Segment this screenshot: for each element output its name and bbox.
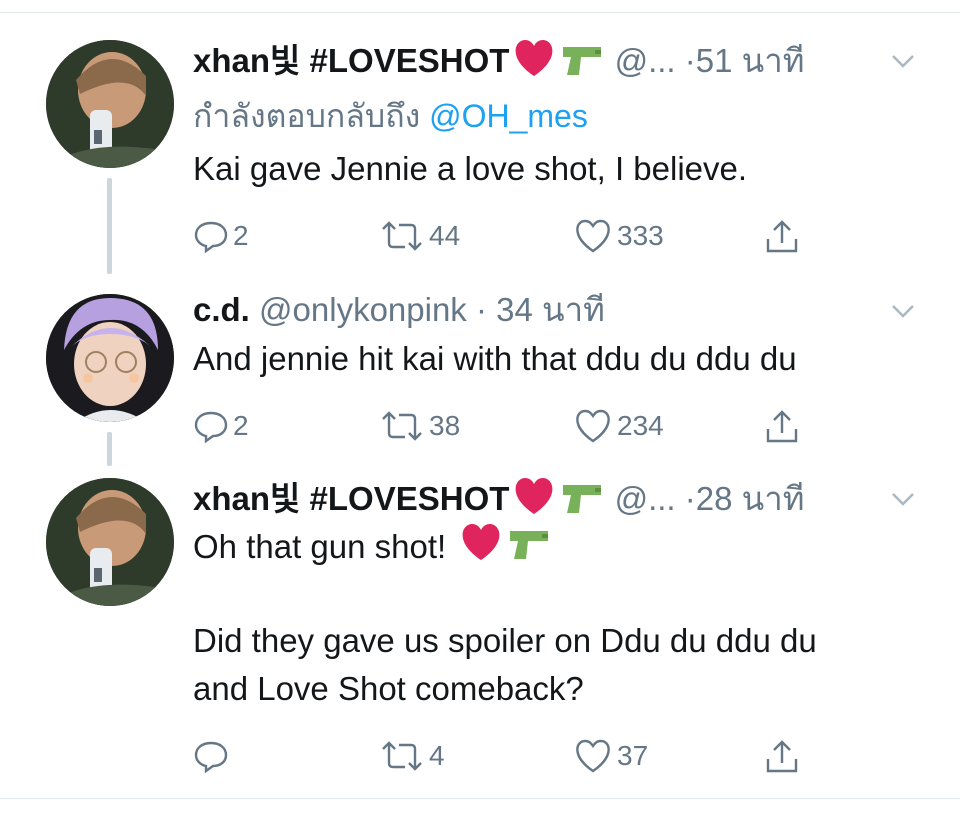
retweet-icon [382,221,422,251]
water-gun-emoji-icon [559,479,605,524]
separator-dot: · [475,291,487,328]
like-count: 37 [617,740,649,771]
heart-emoji-icon [513,40,555,87]
heart-emoji-icon [460,524,502,574]
tweet-header: xhan빛 #LOVESHOT @... ·51 นาที [193,40,805,87]
thread-line [107,432,112,466]
like-icon [576,739,610,773]
share-icon [766,740,798,773]
tweet-actions: 4 37 [193,736,813,776]
heart-emoji-icon [513,478,555,525]
tweet-text-content: Oh that gun shot! [193,528,447,565]
retweet-button[interactable]: 44 [379,216,460,256]
like-button[interactable]: 37 [573,736,648,776]
like-button[interactable]: 333 [573,216,664,256]
tweet-actions: 2 44 333 [193,216,813,256]
reply-button[interactable]: 2 [193,406,249,446]
display-name[interactable]: c.d. [193,291,250,328]
share-button[interactable] [763,736,805,776]
tweet-header: xhan빛 #LOVESHOT @... ·28 นาที [193,478,805,525]
retweet-icon [382,411,422,441]
timestamp[interactable]: 51 นาที [696,42,805,79]
display-name[interactable]: xhan빛 #LOVESHOT [193,480,509,517]
avatar[interactable] [46,478,174,606]
reply-button[interactable]: 2 [193,216,249,256]
timestamp[interactable]: 28 นาที [696,480,805,517]
water-gun-emoji-icon [506,525,552,573]
reply-icon [194,411,228,444]
tweet-text-line-3: and Love Shot comeback? [193,670,584,707]
like-icon [576,219,610,253]
user-handle[interactable]: @onlykonpink [259,291,467,328]
avatar[interactable] [46,294,174,422]
retweet-count: 44 [429,220,461,251]
mention-link[interactable]: @OH_mes [429,98,588,134]
avatar[interactable] [46,40,174,168]
share-icon [766,410,798,443]
tweet-text: Kai gave Jennie a love shot, I believe. [193,150,748,187]
tweet-header: c.d. @onlykonpink · 34 นาที [193,290,605,330]
thread-line [107,178,112,274]
chevron-down-icon[interactable] [888,484,918,514]
separator-dot: · [684,42,696,80]
like-icon [576,409,610,443]
tweet-text-line-2: Did they gave us spoiler on Ddu du ddu d… [193,622,817,659]
reply-icon [194,221,228,254]
top-divider [0,12,960,13]
like-count: 234 [617,410,664,441]
bottom-divider [0,798,960,799]
retweet-button[interactable]: 4 [379,736,445,776]
like-count: 333 [617,220,664,251]
chevron-down-icon[interactable] [888,46,918,76]
timestamp[interactable]: 34 นาที [496,291,605,328]
water-gun-emoji-icon [559,41,605,86]
reply-count: 2 [233,220,249,251]
like-button[interactable]: 234 [573,406,664,446]
separator-dot: · [684,480,696,518]
reply-context: กำลังตอบกลับถึง @OH_mes [193,96,588,136]
user-handle[interactable]: @... [615,480,676,517]
user-handle[interactable]: @... [615,42,676,79]
reply-icon [194,741,228,774]
reply-prefix: กำลังตอบกลับถึง [193,98,421,134]
tweet-text-line-1: Oh that gun shot! [193,524,552,574]
tweet-actions: 2 38 234 [193,406,813,446]
display-name[interactable]: xhan빛 #LOVESHOT [193,42,509,79]
reply-count: 2 [233,410,249,441]
retweet-icon [382,741,422,771]
share-icon [766,220,798,253]
share-button[interactable] [763,406,805,446]
retweet-count: 38 [429,410,461,441]
chevron-down-icon[interactable] [888,296,918,326]
retweet-count: 4 [429,740,445,771]
tweet-text: And jennie hit kai with that ddu du ddu … [193,340,797,377]
retweet-button[interactable]: 38 [379,406,460,446]
reply-button[interactable] [193,736,233,776]
share-button[interactable] [763,216,805,256]
